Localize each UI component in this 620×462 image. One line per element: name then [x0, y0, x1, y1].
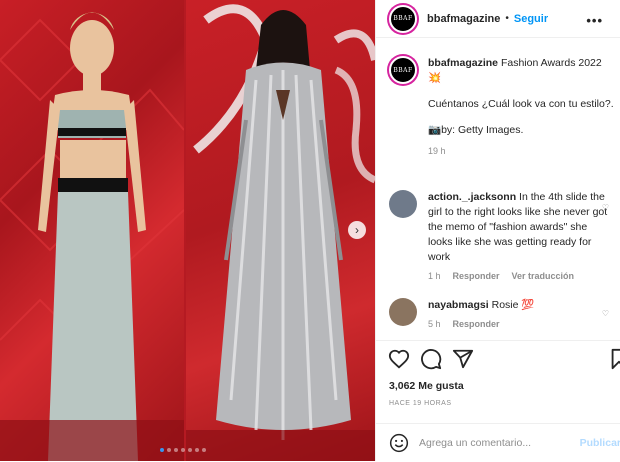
- avatar[interactable]: BBAF: [389, 4, 417, 33]
- chevron-right-icon: ›: [355, 223, 359, 237]
- post-media[interactable]: ›: [0, 0, 375, 461]
- post-side-panel: BBAF bbafmagazine • Seguir ••• BBAF bbaf…: [375, 0, 620, 461]
- carousel-dot: [167, 448, 171, 452]
- caption-time[interactable]: 19 h: [428, 144, 614, 159]
- comment-username[interactable]: nayabmagsi: [428, 299, 489, 311]
- caption-username[interactable]: bbafmagazine: [428, 57, 498, 69]
- caption-title: Fashion Awards 2022: [500, 57, 602, 69]
- photo-right-woman-silver-cape: [186, 0, 375, 461]
- comment-username[interactable]: action._.jacksonn: [428, 191, 516, 203]
- caption-emoji: 💥: [428, 72, 442, 84]
- bookmark-icon[interactable]: [608, 348, 620, 370]
- translate-button[interactable]: Ver traducción: [512, 269, 575, 284]
- carousel-dot: [202, 448, 206, 452]
- carousel-dot: [174, 448, 178, 452]
- paper-plane-icon[interactable]: [452, 348, 474, 370]
- caption-credit: 📷by: Getty Images.: [428, 124, 524, 136]
- comment-icon[interactable]: [420, 348, 442, 370]
- username-link[interactable]: bbafmagazine: [427, 13, 500, 25]
- avatar[interactable]: [389, 298, 417, 326]
- comment-text: Rosie 💯: [491, 299, 535, 311]
- avatar-text: BBAF: [393, 15, 413, 22]
- post-header: BBAF bbafmagazine • Seguir •••: [376, 0, 620, 38]
- avatar[interactable]: BBAF: [389, 56, 417, 84]
- heart-icon[interactable]: [388, 348, 410, 370]
- separator: •: [505, 13, 509, 24]
- post-caption: BBAF bbafmagazine Fashion Awards 2022 💥 …: [389, 56, 614, 159]
- carousel-dot: [195, 448, 199, 452]
- comment-input[interactable]: Agrega un comentario...: [419, 437, 580, 449]
- carousel-dot: [188, 448, 192, 452]
- post-time-ago[interactable]: HACE 19 HORAS: [389, 400, 452, 407]
- add-comment-bar: Agrega un comentario... Publicar: [376, 423, 620, 462]
- avatar[interactable]: [389, 190, 417, 218]
- carousel-next-button[interactable]: ›: [348, 221, 366, 239]
- reply-button[interactable]: Responder: [453, 269, 500, 284]
- comment-time[interactable]: 5 h: [428, 317, 441, 332]
- publish-button[interactable]: Publicar: [580, 437, 620, 449]
- follow-button[interactable]: Seguir: [514, 13, 548, 25]
- comment-item: action._.jacksonn In the 4th slide the g…: [389, 190, 614, 284]
- carousel-dot: [181, 448, 185, 452]
- smiley-icon[interactable]: [389, 433, 409, 453]
- comment-heart-icon[interactable]: ♡: [602, 200, 609, 215]
- carousel-dot: [160, 448, 164, 452]
- carousel-dots: [160, 448, 206, 452]
- more-options-icon[interactable]: •••: [586, 13, 603, 28]
- reply-button[interactable]: Responder: [453, 317, 500, 332]
- likes-count[interactable]: 3,062 Me gusta: [389, 380, 464, 392]
- comment-heart-icon[interactable]: ♡: [602, 306, 609, 321]
- caption-question: Cuéntanos ¿Cuál look va con tu estilo?.: [428, 98, 614, 110]
- comment-time[interactable]: 1 h: [428, 269, 441, 284]
- action-bar: [376, 340, 620, 375]
- photo-left-woman-silver-skirt: [0, 0, 184, 461]
- avatar-text: BBAF: [393, 66, 413, 74]
- comment-item: nayabmagsi Rosie 💯 5 h Responder ♡: [389, 298, 614, 332]
